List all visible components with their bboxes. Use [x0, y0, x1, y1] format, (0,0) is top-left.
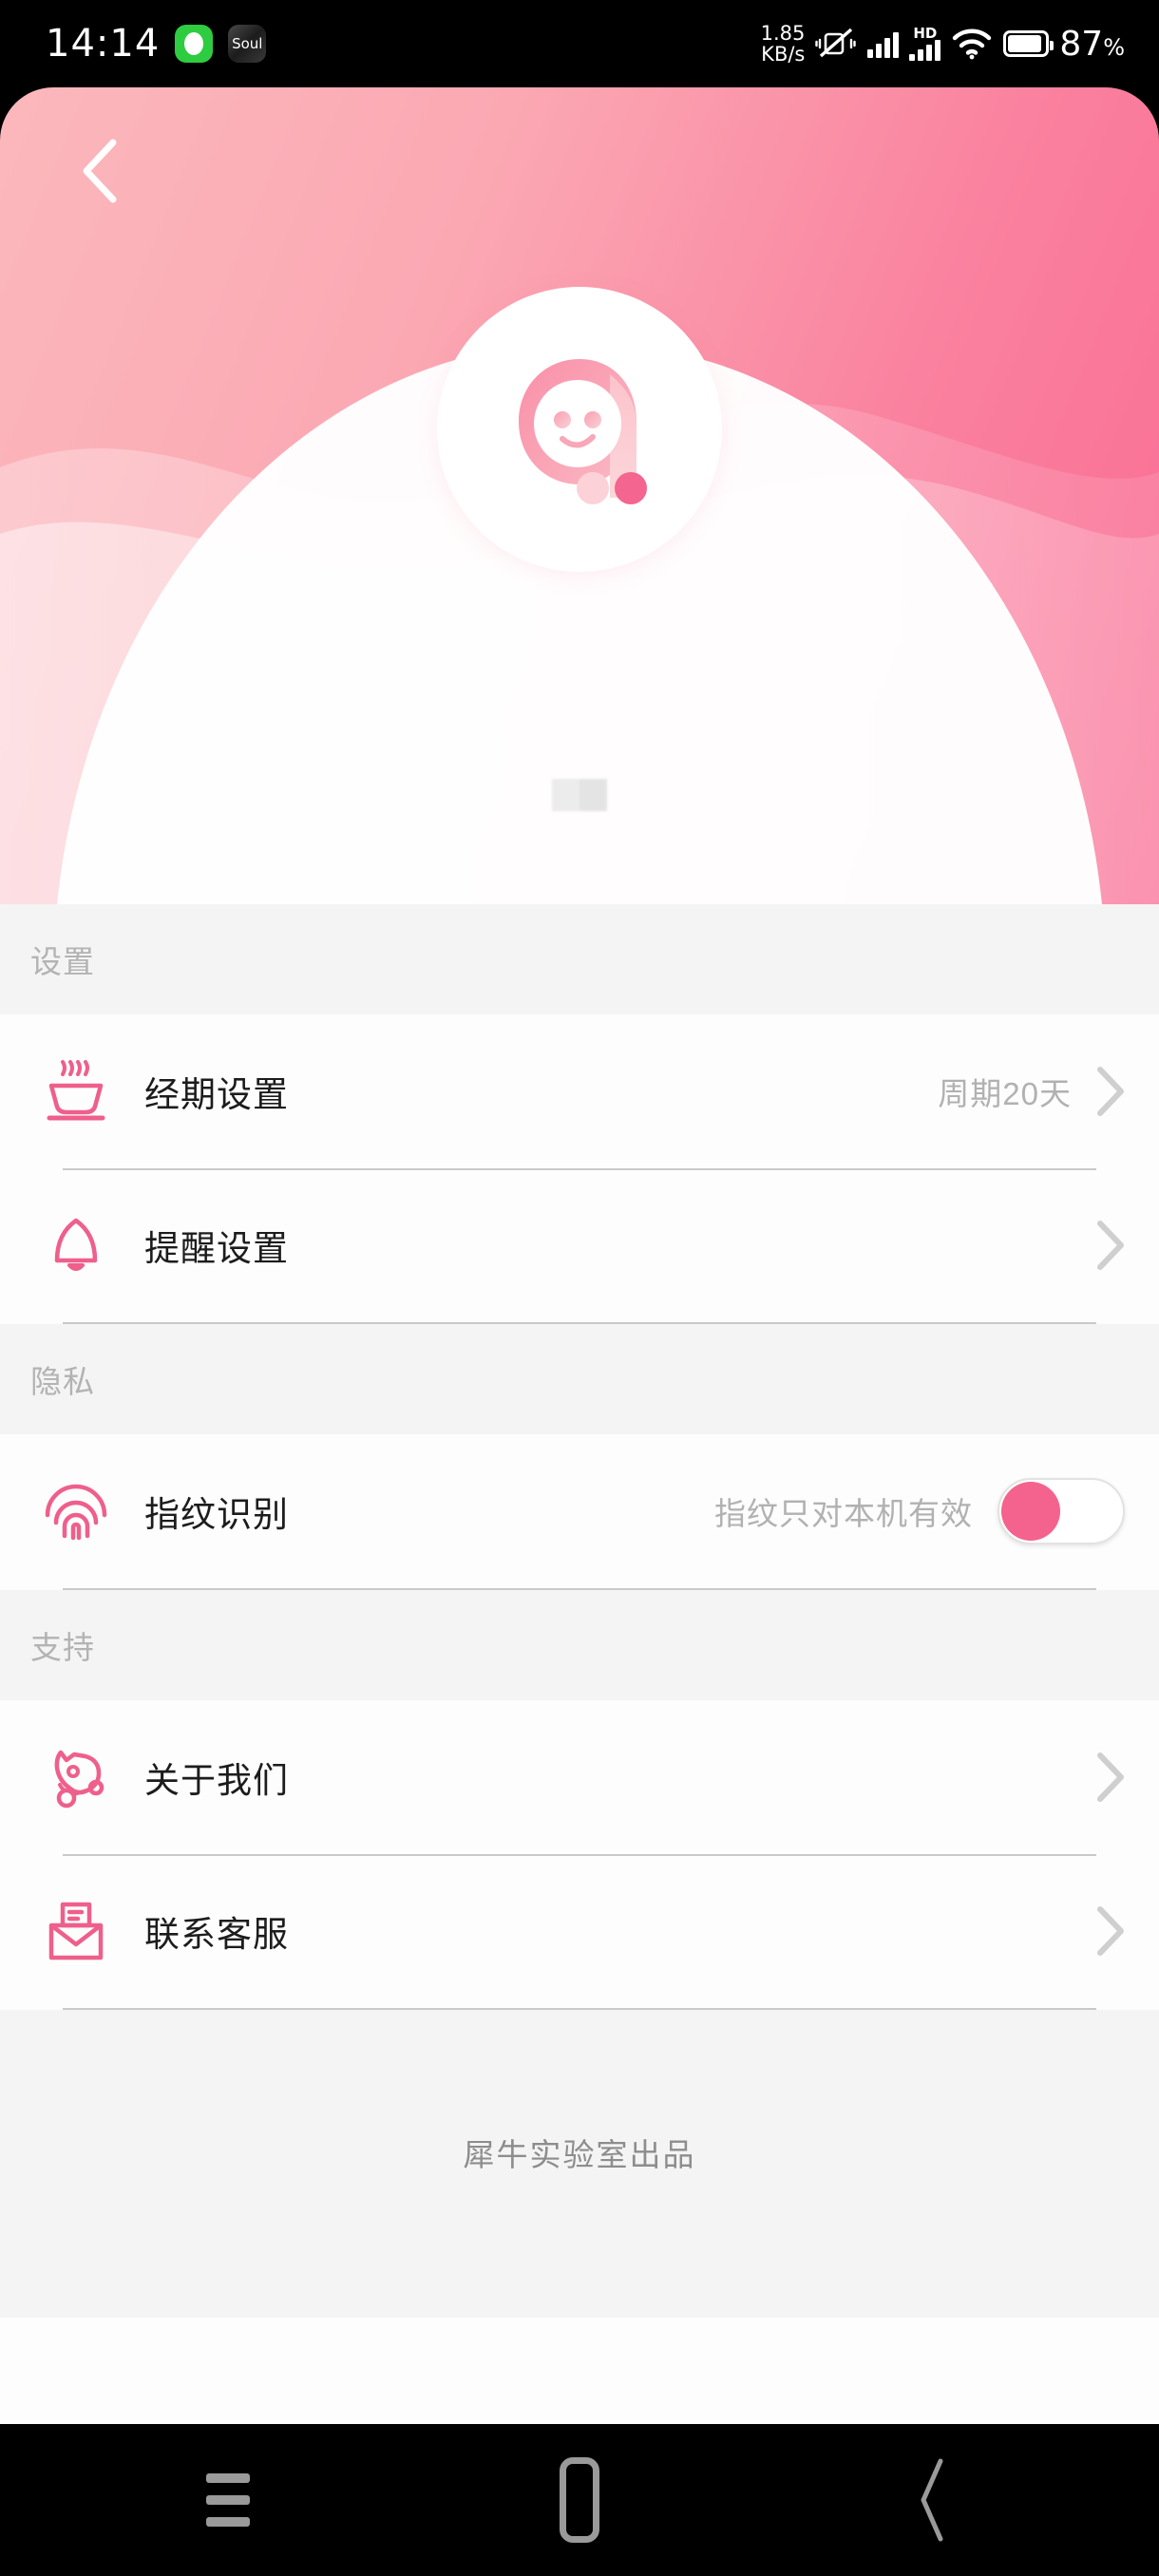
status-bar-left: 14:14 Soul: [46, 22, 267, 66]
row-about-us[interactable]: 关于我们: [0, 1700, 1159, 1854]
section-header-settings: 设置: [0, 904, 1159, 1014]
network-speed-unit: KB/s: [761, 43, 806, 66]
avatar[interactable]: [437, 287, 722, 572]
row-fingerprint[interactable]: 指纹识别 指纹只对本机有效: [0, 1434, 1159, 1588]
fingerprint-icon: [40, 1475, 112, 1547]
row-label: 提醒设置: [144, 1229, 289, 1268]
phone-screen: 14:14 Soul 1.85 KB/s HD 87% 设置 经期设置 周期20…: [0, 0, 1159, 2576]
battery-percent: 87%: [1059, 24, 1125, 64]
chevron-right-icon: [1096, 1905, 1125, 1957]
section-header-privacy: 隐私: [0, 1324, 1159, 1434]
section-header-support: 支持: [0, 1590, 1159, 1700]
status-bar: 14:14 Soul 1.85 KB/s HD 87%: [0, 0, 1159, 87]
footer-credit: 犀牛实验室出品: [0, 2010, 1159, 2295]
android-navigation-bar: [0, 2424, 1159, 2576]
status-bar-right: 1.85 KB/s HD 87%: [761, 23, 1125, 65]
chevron-right-icon: [1096, 1752, 1125, 1803]
battery-icon: [1003, 30, 1054, 57]
page-bottom-filler: [0, 2318, 1159, 2424]
hd-indicator: HD: [909, 25, 941, 61]
recents-button[interactable]: [171, 2443, 285, 2557]
network-speed-value: 1.85: [760, 22, 806, 45]
row-value-fingerprint-hint: 指纹只对本机有效: [714, 1496, 973, 1531]
chevron-left-icon: [83, 139, 117, 203]
row-contact-support[interactable]: 联系客服: [0, 1854, 1159, 2008]
profile-header-banner: [0, 87, 1159, 904]
steaming-bowl-icon: [40, 1055, 112, 1127]
bell-icon: [40, 1209, 112, 1281]
settings-card: 经期设置 周期20天 提醒设置: [0, 1014, 1159, 1324]
envelope-icon: [40, 1895, 112, 1967]
soul-app-icon: Soul: [228, 25, 267, 63]
vibrate-off-icon: [815, 28, 857, 60]
username-redacted: [552, 779, 607, 811]
fingerprint-toggle[interactable]: [998, 1478, 1125, 1544]
hd-label: HD: [913, 25, 938, 42]
chevron-right-icon: [1096, 1066, 1125, 1117]
network-speed: 1.85 KB/s: [761, 23, 806, 65]
row-period-settings[interactable]: 经期设置 周期20天: [0, 1014, 1159, 1168]
back-button[interactable]: [53, 125, 144, 217]
toggle-knob: [1001, 1482, 1060, 1541]
chevron-right-icon: [1096, 1220, 1125, 1271]
settings-list: 设置 经期设置 周期20天 提醒设置 隐私 指纹识别 指纹只对本机有效 支持 关…: [0, 904, 1159, 2386]
row-value-cycle: 周期20天: [938, 1076, 1072, 1111]
row-label: 指纹识别: [144, 1495, 289, 1534]
row-label: 经期设置: [144, 1075, 289, 1114]
home-button[interactable]: [522, 2443, 636, 2557]
back-icon: [914, 2455, 948, 2545]
rhino-icon: [40, 1741, 112, 1813]
home-icon: [560, 2457, 599, 2543]
privacy-card: 指纹识别 指纹只对本机有效: [0, 1434, 1159, 1590]
row-reminder-settings[interactable]: 提醒设置: [0, 1168, 1159, 1322]
recents-icon: [206, 2473, 250, 2527]
back-button-nav[interactable]: [874, 2443, 988, 2557]
support-card: 关于我们 联系客服: [0, 1700, 1159, 2010]
row-label: 关于我们: [144, 1761, 289, 1800]
wifi-icon: [951, 28, 993, 60]
row-label: 联系客服: [144, 1915, 289, 1954]
app-mascot-logo: [519, 359, 647, 504]
signal-bars-icon: [867, 29, 900, 58]
status-bar-clock: 14:14: [46, 22, 161, 66]
whatsapp-icon: [175, 25, 214, 63]
